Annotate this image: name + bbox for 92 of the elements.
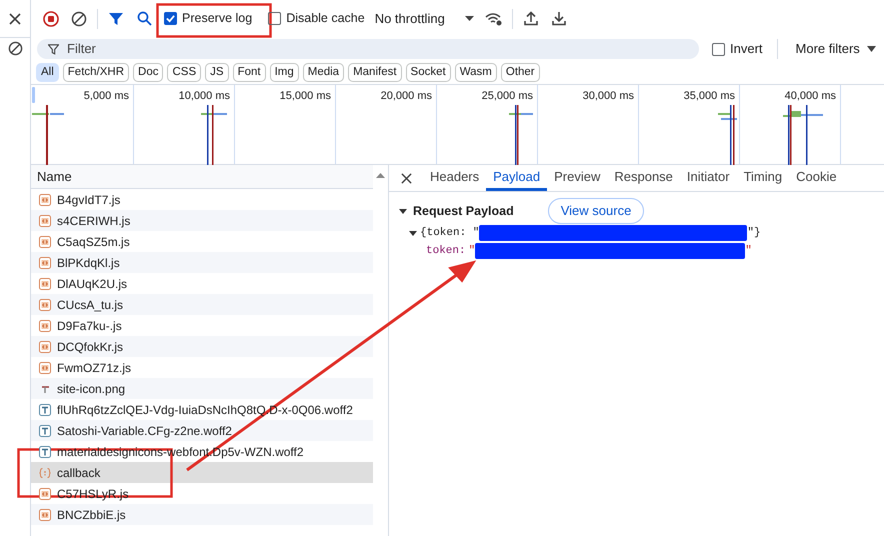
request-row[interactable]: C5aqSZ5m.js xyxy=(31,231,373,252)
expand-icon[interactable] xyxy=(399,208,407,214)
section-title: Request Payload xyxy=(413,202,514,220)
type-filter-chip[interactable]: Wasm xyxy=(454,63,497,82)
details-tab[interactable]: Timing xyxy=(736,165,790,191)
caret-icon xyxy=(464,16,474,21)
column-header[interactable]: Name xyxy=(31,165,373,189)
request-name: BNCZbbiE.js xyxy=(57,506,126,524)
filter-field[interactable]: Filter xyxy=(37,39,699,59)
request-name: s4CERIWH.js xyxy=(57,212,130,230)
request-name: site-icon.png xyxy=(57,380,126,398)
payload-text: " xyxy=(468,244,476,259)
script-icon xyxy=(39,362,51,374)
type-filter-chip[interactable]: Font xyxy=(232,63,266,82)
script-icon xyxy=(39,340,51,352)
script-icon xyxy=(39,194,51,206)
request-row[interactable]: FwmOZ71z.js xyxy=(31,357,373,378)
throttling-dropdown[interactable]: No throttling xyxy=(374,8,474,28)
details-tab[interactable]: Cookie xyxy=(789,165,844,191)
payload-text: {token: " xyxy=(420,226,480,241)
view-source-button[interactable]: View source xyxy=(548,198,644,224)
request-row[interactable]: CUcsA_tu.js xyxy=(31,294,373,315)
request-name: BlPKdqKl.js xyxy=(57,254,120,272)
request-row[interactable]: DlAUqK2U.js xyxy=(31,273,373,294)
request-name: DCQfokKr.js xyxy=(57,338,124,356)
details-tab[interactable]: Response xyxy=(607,165,680,191)
request-name: DlAUqK2U.js xyxy=(57,276,128,292)
type-filter-chip[interactable]: Socket xyxy=(406,63,451,82)
details-tab[interactable]: Preview xyxy=(547,165,608,191)
tick-label: 40,000 ms xyxy=(784,90,836,103)
payload-text: " xyxy=(745,244,752,259)
script-icon xyxy=(39,298,51,310)
tick-label: 30,000 ms xyxy=(582,90,634,103)
tick-label: 25,000 ms xyxy=(482,90,533,103)
font-icon xyxy=(39,446,51,458)
filter-icon xyxy=(48,44,59,54)
details-tab[interactable]: Headers xyxy=(423,165,486,191)
request-name: CUcsA_tu.js xyxy=(57,296,124,314)
request-row[interactable]: D9Fa7ku-.js xyxy=(31,315,373,336)
stop-icon xyxy=(43,10,59,26)
request-row[interactable]: site-icon.png xyxy=(31,378,373,399)
type-filter-chip[interactable]: Doc xyxy=(133,63,164,82)
script-icon xyxy=(39,278,51,290)
script-icon xyxy=(39,320,51,332)
tick-label: 5,000 ms xyxy=(84,90,129,103)
script-icon xyxy=(39,214,51,226)
checkmark-icon xyxy=(166,14,175,23)
request-name: FwmOZ71z.js xyxy=(57,360,132,376)
script-icon xyxy=(39,256,51,268)
more-filters-dropdown[interactable]: More filters xyxy=(782,35,876,63)
type-filter-chip[interactable]: Other xyxy=(500,63,540,82)
request-name: Satoshi-Variable.CFg-z2ne.woff2 xyxy=(57,422,232,440)
request-name: C5aqSZ5m.js xyxy=(57,234,130,250)
type-filter-chip[interactable]: Media xyxy=(302,63,344,82)
type-filter-chip[interactable]: CSS xyxy=(167,63,202,82)
type-filter-chip[interactable]: Img xyxy=(270,63,299,82)
script-icon xyxy=(39,236,51,248)
type-filter-chip[interactable]: All xyxy=(36,63,59,82)
invert-checkbox[interactable]: Invert xyxy=(712,39,763,59)
request-row[interactable]: BlPKdqKl.js xyxy=(31,252,373,273)
payload-text: "} xyxy=(747,226,761,241)
type-filter-chip[interactable]: JS xyxy=(205,63,229,82)
details-tab[interactable]: Initiator xyxy=(680,165,737,191)
expand-icon[interactable] xyxy=(409,230,417,236)
clear-icon[interactable] xyxy=(8,41,22,56)
clear-icon xyxy=(71,10,87,26)
fetch-icon xyxy=(39,466,51,478)
type-filter-chip[interactable]: Fetch/XHR xyxy=(62,63,130,82)
details-tab[interactable]: Payload xyxy=(486,165,548,191)
tick-label: 10,000 ms xyxy=(178,90,230,103)
payload-key: token: xyxy=(426,242,466,260)
request-row[interactable]: s4CERIWH.js xyxy=(31,210,373,231)
font-icon xyxy=(39,404,51,416)
request-row[interactable]: callback xyxy=(31,462,373,483)
request-row[interactable]: BNCZbbiE.js xyxy=(31,504,373,525)
type-filter-chip[interactable]: Manifest xyxy=(348,63,402,82)
request-row[interactable]: Satoshi-Variable.CFg-z2ne.woff2 xyxy=(31,420,373,441)
request-name: B4gvIdT7.js xyxy=(57,192,120,208)
script-icon xyxy=(39,508,51,520)
close-icon xyxy=(9,12,21,24)
request-name: callback xyxy=(57,464,100,482)
tick-label: 15,000 ms xyxy=(280,90,331,103)
script-icon xyxy=(39,488,51,500)
font-icon xyxy=(39,424,51,436)
tick-label: 35,000 ms xyxy=(684,90,735,103)
close-icon xyxy=(400,172,412,184)
disable-cache-checkbox[interactable]: Disable cache xyxy=(268,9,365,28)
request-row[interactable]: B4gvIdT7.js xyxy=(31,189,373,210)
tick-label: 20,000 ms xyxy=(380,90,432,103)
request-name: D9Fa7ku-.js xyxy=(57,318,122,334)
request-row[interactable]: DCQfokKr.js xyxy=(31,336,373,357)
caret-icon xyxy=(866,46,876,52)
